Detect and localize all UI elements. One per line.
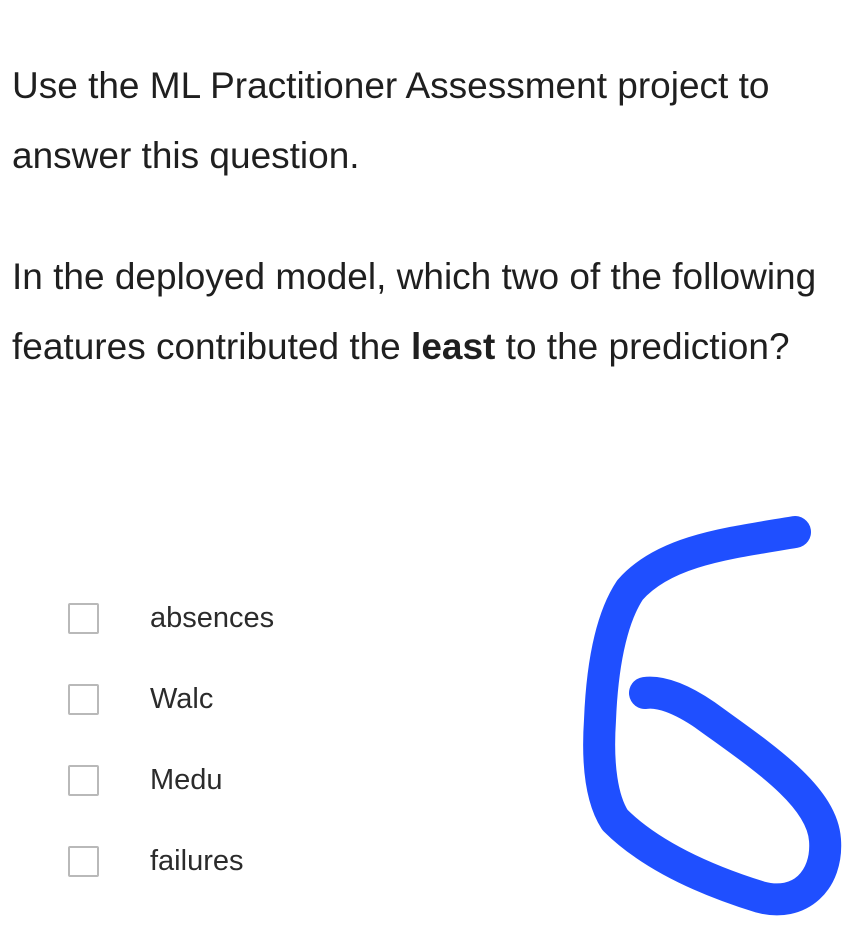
question-text: In the deployed model, which two of the … <box>12 242 842 382</box>
option-label: Walc <box>150 683 214 715</box>
question-text-end: to the prediction? <box>495 326 790 367</box>
option-label: Medu <box>150 764 223 796</box>
annotation-stroke <box>583 516 842 916</box>
option-label: absences <box>150 602 275 634</box>
checkbox[interactable] <box>68 603 99 634</box>
intro-text: Use the ML Practitioner Assessment proje… <box>12 65 770 176</box>
option-walc[interactable]: Walc <box>68 659 274 740</box>
checkbox[interactable] <box>68 846 99 877</box>
checkbox[interactable] <box>68 684 99 715</box>
checkbox[interactable] <box>68 765 99 796</box>
option-label: failures <box>150 845 244 877</box>
option-absences[interactable]: absences <box>68 578 274 659</box>
handwritten-annotation <box>583 516 842 916</box>
question-emphasis: least <box>411 326 496 367</box>
option-medu[interactable]: Medu <box>68 740 274 821</box>
answer-options: absences Walc Medu failures <box>68 578 274 902</box>
option-failures[interactable]: failures <box>68 821 274 902</box>
